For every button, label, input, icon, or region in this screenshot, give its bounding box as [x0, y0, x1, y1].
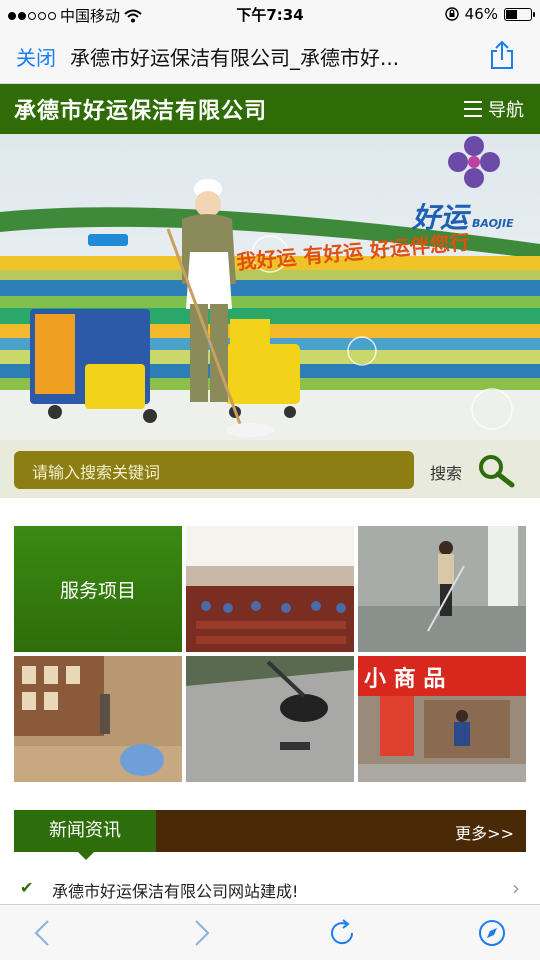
service-photo-auditorium[interactable] — [186, 526, 354, 652]
service-category-tile[interactable]: 服务项目 — [14, 526, 182, 652]
nav-menu-button[interactable]: 导航 — [464, 96, 524, 122]
site-header: 承德市好运保洁有限公司 导航 — [0, 84, 540, 134]
search-input[interactable]: 请输入搜索关键词 — [14, 451, 414, 489]
service-photo-storefront[interactable]: 小 商 品 — [358, 656, 526, 782]
chevron-right-icon: › — [512, 876, 520, 900]
browser-nav-bar: 关闭 承德市好运保洁有限公司_承德市好... — [0, 28, 540, 84]
page-title: 承德市好运保洁有限公司_承德市好... — [70, 46, 400, 70]
service-photo-floor-mopping[interactable] — [358, 526, 526, 652]
service-grid: 服务项目 小 商 品 — [14, 526, 526, 782]
banner-brand-sub: BAOJIE — [472, 217, 514, 230]
nav-menu-label: 导航 — [488, 100, 524, 121]
battery-icon — [504, 7, 535, 21]
hero-banner[interactable]: 好运 BAOJIE 我好运 有好运 好运伴您行 — [0, 134, 540, 440]
service-category-label: 服务项目 — [59, 579, 136, 602]
service-photo-carpet[interactable] — [14, 656, 182, 782]
search-icon[interactable] — [476, 453, 516, 489]
menu-icon — [464, 101, 482, 117]
back-icon[interactable] — [28, 917, 60, 949]
forward-icon[interactable] — [184, 917, 216, 949]
reload-icon[interactable] — [326, 917, 358, 949]
check-icon: ✔ — [20, 878, 34, 897]
browser-toolbar — [0, 904, 540, 960]
news-tab[interactable]: 新闻资讯 — [14, 810, 156, 860]
banner-illustration — [0, 134, 540, 440]
news-more-link[interactable]: 更多>> — [455, 820, 514, 844]
share-icon[interactable] — [488, 40, 516, 70]
orientation-lock-icon — [444, 7, 459, 21]
floor-machine-photo — [186, 656, 354, 782]
storefront-sign-text: 小 商 品 — [364, 666, 445, 692]
battery-percent: 46% — [464, 5, 498, 23]
search-button-label[interactable]: 搜索 — [430, 460, 462, 484]
carpet-cleaning-photo — [14, 656, 182, 782]
storefront-photo: 小 商 品 — [358, 656, 526, 782]
floor-mopping-photo — [358, 526, 526, 652]
news-item-title: 承德市好运保洁有限公司网站建成! — [52, 882, 299, 901]
compass-icon[interactable] — [476, 917, 508, 949]
site-logo-text[interactable]: 承德市好运保洁有限公司 — [14, 93, 267, 125]
search-bar: 请输入搜索关键词 搜索 — [0, 440, 540, 498]
news-list-item[interactable]: ✔ 承德市好运保洁有限公司网站建成! › — [14, 866, 526, 906]
auditorium-photo — [186, 526, 354, 652]
close-button[interactable]: 关闭 — [16, 42, 56, 71]
news-section-header: 新闻资讯 更多>> — [14, 810, 526, 860]
service-photo-floor-machine[interactable] — [186, 656, 354, 782]
status-bar: 中国移动 下午7:34 46% — [0, 0, 540, 28]
